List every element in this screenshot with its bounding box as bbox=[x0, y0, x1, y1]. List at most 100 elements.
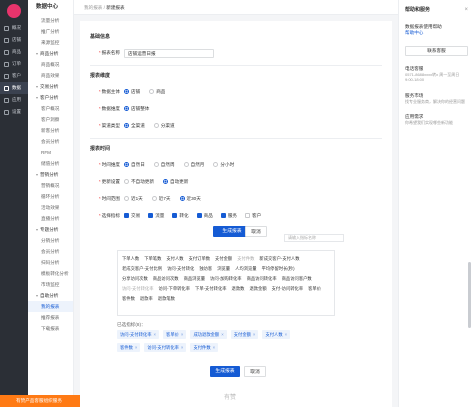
primary-nav-item[interactable]: 订单 bbox=[0, 58, 28, 70]
primary-nav-item[interactable]: 商品 bbox=[0, 46, 28, 58]
primary-nav-item[interactable]: 数据 bbox=[0, 82, 28, 94]
nav-item[interactable]: 新客分析 bbox=[28, 125, 73, 136]
nav-section[interactable]: 自助分析 bbox=[28, 290, 73, 301]
metric-checkbox[interactable]: 服务 bbox=[220, 213, 237, 219]
help-center-link[interactable]: 帮助中心 bbox=[405, 30, 468, 36]
metric-checkbox[interactable]: 客户 bbox=[245, 213, 261, 219]
selected-metric-tag[interactable]: 访问-支付转化率 × bbox=[117, 330, 160, 339]
nav-item[interactable]: 推广分析 bbox=[28, 26, 73, 37]
metric-chip[interactable]: 人均浏览量 bbox=[235, 265, 256, 272]
nav-item[interactable]: 商品概况 bbox=[28, 59, 73, 70]
nav-item[interactable]: 商品效果 bbox=[28, 70, 73, 81]
selected-metric-tag[interactable]: 支付件数 × bbox=[190, 343, 219, 352]
selected-metric-tag[interactable]: 成功退款金额 × bbox=[190, 330, 227, 339]
cancel-button-floating[interactable]: 取消 bbox=[245, 226, 267, 237]
close-icon[interactable]: × bbox=[154, 332, 157, 337]
nav-item[interactable]: 市场监控 bbox=[28, 279, 73, 290]
metric-chip[interactable]: 访问-下单转化率 bbox=[159, 285, 191, 292]
time-dim-radio[interactable]: 自然周 bbox=[153, 162, 175, 168]
range-radio[interactable]: 近1天 bbox=[124, 196, 143, 202]
close-icon[interactable]: × bbox=[213, 345, 216, 350]
nav-item[interactable]: 会员分析 bbox=[28, 246, 73, 257]
metric-chip[interactable]: 下单笔数 bbox=[144, 255, 161, 262]
nav-section[interactable]: 营销分析 bbox=[28, 169, 73, 180]
nav-item[interactable]: 来源监控 bbox=[28, 37, 73, 48]
primary-nav-item[interactable]: 设置 bbox=[0, 106, 28, 118]
nav-item[interactable]: 循环分析 bbox=[28, 191, 73, 202]
data-subject-radio[interactable]: 店铺 bbox=[124, 89, 140, 95]
metric-chip[interactable]: 支付-访问转化率 bbox=[272, 285, 304, 292]
metric-chip[interactable]: 退款金额 bbox=[249, 285, 266, 292]
data-dimension-radio[interactable]: 店铺整体 bbox=[124, 106, 149, 112]
close-icon[interactable]: × bbox=[253, 332, 256, 337]
nav-item[interactable]: 流量分析 bbox=[28, 15, 73, 26]
store-avatar[interactable] bbox=[7, 4, 21, 18]
close-icon[interactable]: × bbox=[135, 345, 138, 350]
nav-item[interactable]: 储值分析 bbox=[28, 158, 73, 169]
metric-chip[interactable]: 退款率 bbox=[140, 295, 153, 302]
metric-chip[interactable]: 支付订单数 bbox=[189, 255, 210, 262]
metric-chip[interactable]: 浏览量 bbox=[217, 265, 230, 272]
selected-metric-tag[interactable]: 客件数 × bbox=[117, 343, 141, 352]
metric-chip[interactable]: 退款数 bbox=[232, 285, 245, 292]
nav-section[interactable]: 客户分析 bbox=[28, 92, 73, 103]
nav-section[interactable]: 商品分析 bbox=[28, 48, 73, 59]
metric-checkbox[interactable]: 商品 bbox=[196, 213, 213, 219]
close-icon[interactable]: × bbox=[181, 332, 184, 337]
nav-item[interactable]: 我的报表 bbox=[28, 301, 73, 312]
nav-item[interactable]: 会员分析 bbox=[28, 136, 73, 147]
nav-item[interactable]: 扫码分析 bbox=[28, 257, 73, 268]
primary-nav-item[interactable]: 应用 bbox=[0, 94, 28, 106]
metric-chip[interactable]: 平均停留时长(秒) bbox=[262, 265, 295, 272]
nav-item[interactable]: 模板转化分析 bbox=[28, 268, 73, 279]
metric-chip[interactable]: 商品浏览量 bbox=[184, 275, 205, 282]
metric-checkbox[interactable]: 交易 bbox=[124, 213, 140, 219]
nav-item[interactable]: 活动效果 bbox=[28, 202, 73, 213]
selected-metric-tag[interactable]: 访问-支付转化率 × bbox=[144, 343, 187, 352]
nav-item[interactable]: 客户概况 bbox=[28, 103, 73, 114]
metric-chip[interactable]: 支付金额 bbox=[215, 255, 232, 262]
range-radio[interactable]: 近7天 bbox=[151, 196, 171, 202]
metric-search-input[interactable]: 请输入指标名称 bbox=[284, 234, 344, 242]
contact-service-button[interactable]: 联系客服 bbox=[405, 46, 468, 56]
nav-section[interactable]: 专题分析 bbox=[28, 224, 73, 235]
primary-nav-item[interactable]: 概况 bbox=[0, 22, 28, 34]
metric-chip[interactable]: 商品访问转化率 bbox=[247, 275, 277, 282]
metric-chip[interactable]: 老成交客户-支付比例 bbox=[122, 265, 162, 272]
nav-item[interactable]: 下载报表 bbox=[28, 323, 73, 334]
report-name-input[interactable]: 店铺运营日报 bbox=[124, 48, 214, 58]
data-subject-radio[interactable]: 商品 bbox=[149, 89, 165, 95]
update-radio[interactable]: 不自动更新 bbox=[124, 179, 154, 185]
breadcrumb-parent[interactable]: 我的报表 bbox=[84, 5, 102, 10]
metric-chip[interactable]: 访问-支付转化率 bbox=[122, 285, 154, 292]
metric-chip[interactable]: 下单人数 bbox=[122, 255, 139, 262]
selected-metric-tag[interactable]: 支付人数 × bbox=[262, 330, 291, 339]
cancel-button[interactable]: 取消 bbox=[244, 366, 266, 377]
nav-item[interactable]: 营销概况 bbox=[28, 180, 73, 191]
nav-item[interactable]: 推荐报表 bbox=[28, 312, 73, 323]
metric-chip[interactable]: 独访客 bbox=[199, 265, 212, 272]
primary-nav-item[interactable]: 客户 bbox=[0, 70, 28, 82]
channel-radio[interactable]: 分渠道 bbox=[153, 123, 175, 129]
metric-chip[interactable]: 新成交客户-支付人数 bbox=[259, 255, 299, 262]
metric-chip[interactable]: 商品访问次数 bbox=[153, 275, 179, 282]
time-dim-radio[interactable]: 自然月 bbox=[183, 162, 204, 168]
nav-item[interactable]: 客户洞察 bbox=[28, 114, 73, 125]
metric-chip[interactable]: 下单-支付转化率 bbox=[195, 285, 227, 292]
scrollbar[interactable] bbox=[468, 262, 471, 328]
metric-checkbox[interactable]: 转化 bbox=[172, 213, 189, 219]
selected-metric-tag[interactable]: 客单价 × bbox=[163, 330, 187, 339]
range-radio[interactable]: 近30天 bbox=[179, 196, 201, 202]
selected-metric-tag[interactable]: 支付金额 × bbox=[230, 330, 259, 339]
metric-chip[interactable]: 支付人数 bbox=[166, 255, 183, 262]
metric-chip[interactable]: 支付件数 bbox=[237, 255, 254, 262]
close-icon[interactable]: × bbox=[464, 7, 468, 13]
close-icon[interactable]: × bbox=[285, 332, 288, 337]
nav-item[interactable]: RFM bbox=[28, 147, 73, 158]
close-icon[interactable]: × bbox=[221, 332, 224, 337]
channel-radio[interactable]: 全渠道 bbox=[124, 123, 145, 129]
metric-chip[interactable]: 退款笔数 bbox=[158, 295, 175, 302]
metric-chip[interactable]: 客单价 bbox=[308, 285, 321, 292]
generate-report-button[interactable]: 生成报表 bbox=[210, 366, 240, 377]
nav-item[interactable]: 直播分析 bbox=[28, 213, 73, 224]
